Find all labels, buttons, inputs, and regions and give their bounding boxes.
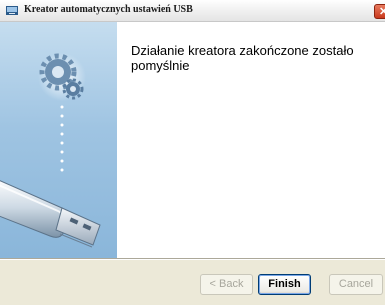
wizard-content: Działanie kreatora zakończone zostało po… <box>0 22 385 258</box>
usb-wizard-window: Kreator automatycznych ustawień USB ✕ Dz… <box>0 0 385 305</box>
usb-wizard-app-icon <box>6 6 18 15</box>
completion-message: Działanie kreatora zakończone zostało po… <box>131 43 354 73</box>
wizard-illustration <box>0 53 101 248</box>
close-button[interactable]: ✕ <box>374 4 385 19</box>
finish-button[interactable]: Finish <box>258 274 311 295</box>
usb-flash-drive-icon <box>0 180 101 248</box>
cancel-button[interactable]: Cancel <box>329 274 383 295</box>
gears-icon <box>38 53 86 101</box>
close-icon: ✕ <box>379 6 385 18</box>
progress-dots <box>60 105 64 172</box>
window-title: Kreator automatycznych ustawień USB <box>24 4 193 15</box>
wizard-side-banner <box>0 22 117 258</box>
wizard-button-bar: < Back Finish Cancel <box>0 260 385 305</box>
back-button[interactable]: < Back <box>200 274 253 295</box>
title-bar[interactable]: Kreator automatycznych ustawień USB ✕ <box>0 0 385 22</box>
